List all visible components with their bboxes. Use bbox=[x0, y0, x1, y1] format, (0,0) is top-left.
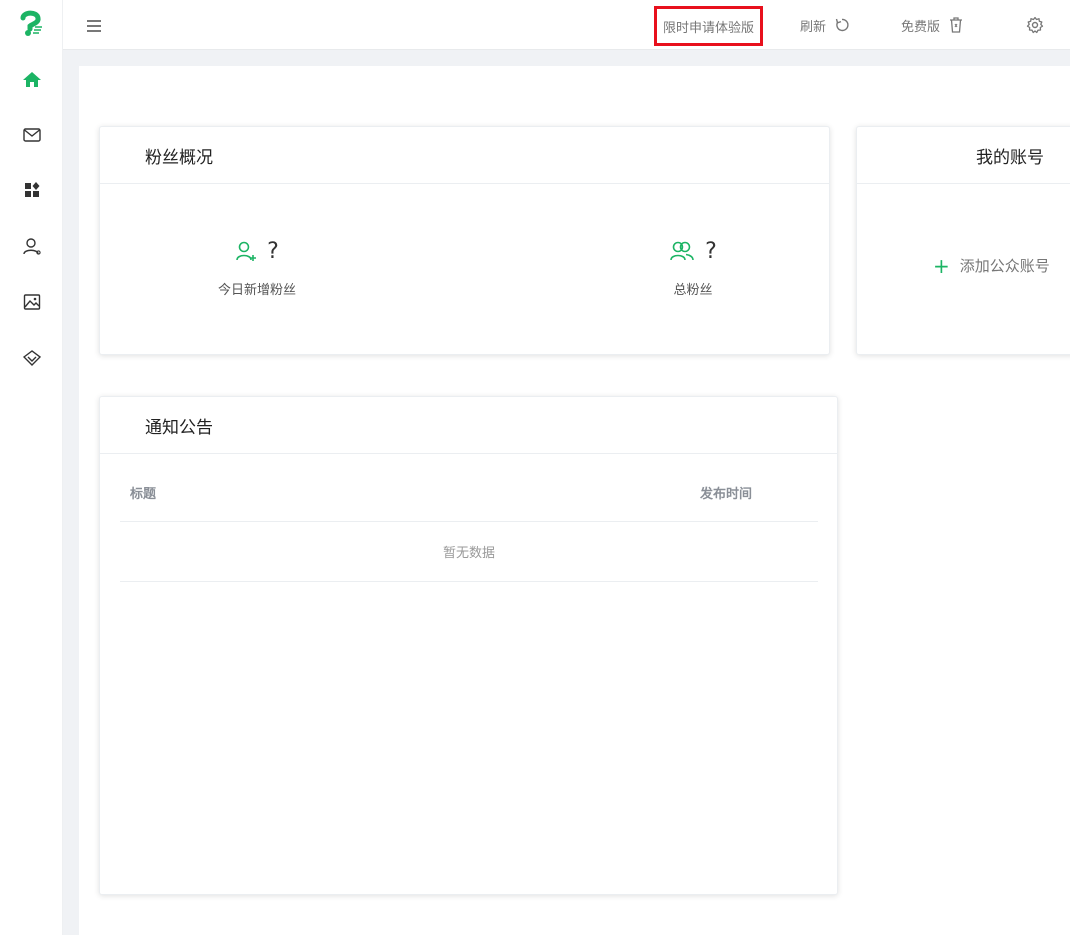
today-new-fans-value: ? bbox=[267, 238, 279, 264]
image-icon bbox=[23, 294, 40, 310]
column-title: 标题 bbox=[130, 487, 157, 502]
refresh-icon bbox=[835, 18, 849, 32]
trash-icon bbox=[950, 17, 963, 33]
sidebar-item-diamond[interactable] bbox=[0, 330, 63, 386]
sidebar bbox=[0, 0, 63, 935]
free-version-button[interactable]: 免费版 bbox=[901, 0, 964, 50]
total-fans-label: 总粉丝 bbox=[673, 283, 713, 298]
notice-card-title: 通知公告 bbox=[100, 397, 837, 454]
today-new-fans-label: 今日新增粉丝 bbox=[217, 283, 296, 298]
sidebar-item-home[interactable] bbox=[0, 52, 63, 108]
content-panel: 粉丝概况 ? 今日新增粉丝 ? 总粉丝 我的账号 + 添加公众账号 通知公告 标… bbox=[79, 66, 1070, 935]
user-add-icon bbox=[236, 241, 257, 261]
diamond-icon bbox=[22, 350, 41, 366]
gear-icon bbox=[1026, 16, 1044, 34]
notice-table: 标题 发布时间 暂无数据 bbox=[120, 464, 818, 582]
sidebar-item-user[interactable] bbox=[0, 218, 63, 274]
sidebar-item-apps[interactable] bbox=[0, 162, 63, 218]
fans-overview-card: 粉丝概况 ? 今日新增粉丝 ? 总粉丝 bbox=[99, 126, 830, 355]
notice-card: 通知公告 标题 发布时间 暂无数据 bbox=[99, 396, 838, 895]
apps-icon bbox=[24, 182, 39, 197]
refresh-label: 刷新 bbox=[800, 19, 827, 35]
sidebar-item-mail[interactable] bbox=[0, 107, 63, 163]
empty-state: 暂无数据 bbox=[120, 522, 818, 582]
add-account-label: 添加公众账号 bbox=[959, 257, 1050, 275]
today-new-fans-stat: ? 今日新增粉丝 bbox=[157, 235, 357, 299]
trial-apply-label: 限时申请体验版 bbox=[663, 20, 755, 36]
add-account-button[interactable]: + 添加公众账号 bbox=[933, 255, 1050, 276]
plus-icon: + bbox=[933, 253, 950, 278]
parrot-logo-icon[interactable] bbox=[17, 10, 45, 38]
table-header: 标题 发布时间 bbox=[120, 464, 818, 522]
column-publish-time: 发布时间 bbox=[700, 487, 753, 502]
free-version-label: 免费版 bbox=[901, 19, 941, 35]
sidebar-item-image[interactable] bbox=[0, 274, 63, 330]
user-icon bbox=[22, 238, 41, 255]
users-icon bbox=[670, 241, 694, 261]
settings-button[interactable] bbox=[1018, 0, 1044, 50]
trial-apply-button[interactable]: 限时申请体验版 bbox=[654, 6, 764, 46]
account-card-title: 我的账号 bbox=[857, 127, 1070, 184]
my-account-card: 我的账号 + 添加公众账号 bbox=[856, 126, 1070, 355]
total-fans-value: ? bbox=[705, 238, 717, 264]
fans-card-title: 粉丝概况 bbox=[100, 127, 829, 184]
mail-icon bbox=[22, 128, 41, 142]
home-icon bbox=[22, 72, 41, 87]
main-area: 粉丝概况 ? 今日新增粉丝 ? 总粉丝 我的账号 + 添加公众账号 通知公告 标… bbox=[63, 50, 1070, 935]
refresh-button[interactable]: 刷新 bbox=[800, 0, 850, 50]
total-fans-stat: ? 总粉丝 bbox=[593, 235, 793, 298]
menu-icon[interactable] bbox=[85, 17, 103, 35]
top-header: 限时申请体验版 刷新 免费版 bbox=[63, 0, 1070, 50]
